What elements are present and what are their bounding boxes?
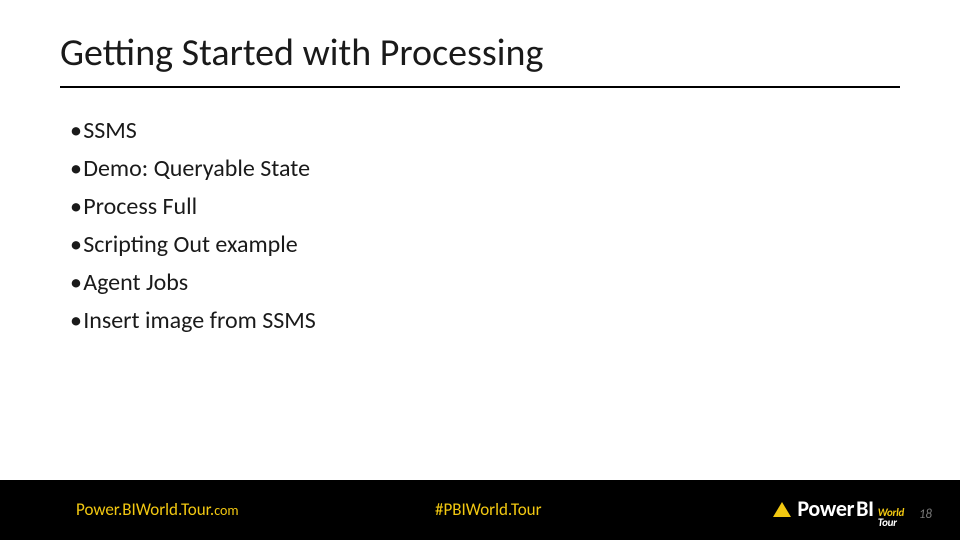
logo-word-tour: Tour <box>878 518 904 528</box>
bullet-text: Insert image from SSMS <box>83 306 316 335</box>
bullet-list: •SSMS •Demo: Queryable State •Process Fu… <box>70 112 890 339</box>
list-item: •Insert image from SSMS <box>70 302 890 340</box>
bullet-text: Scripting Out example <box>83 230 298 259</box>
footer-url-main: Power.BIWorld.Tour. <box>76 499 214 520</box>
logo-text: Power BI World Tour <box>797 495 904 528</box>
bullet-text: Demo: Queryable State <box>83 154 310 183</box>
footer-hashtag: #PBIWorld.Tour <box>435 499 542 520</box>
title-underline <box>60 86 900 88</box>
footer-bar: Power.BIWorld.Tour.com #PBIWorld.Tour Po… <box>0 480 960 540</box>
logo-mark-icon <box>773 502 791 517</box>
bullet-text: Process Full <box>83 192 197 221</box>
list-item: •Scripting Out example <box>70 226 890 264</box>
footer-logo: Power BI World Tour <box>773 495 904 528</box>
logo-word-power: Power <box>797 495 854 522</box>
list-item: •Process Full <box>70 188 890 226</box>
logo-word-bi: BI <box>856 495 874 522</box>
list-item: •Demo: Queryable State <box>70 150 890 188</box>
slide: Getting Started with Processing •SSMS •D… <box>0 0 960 540</box>
logo-world-tour: World Tour <box>878 508 904 528</box>
page-number: 18 <box>919 507 932 522</box>
list-item: •SSMS <box>70 112 890 150</box>
footer-url: Power.BIWorld.Tour.com <box>76 499 239 520</box>
bullet-text: Agent Jobs <box>83 268 188 297</box>
list-item: •Agent Jobs <box>70 264 890 302</box>
slide-title: Getting Started with Processing <box>60 30 543 76</box>
bullet-text: SSMS <box>83 116 137 145</box>
footer-url-suffix: com <box>214 502 238 519</box>
